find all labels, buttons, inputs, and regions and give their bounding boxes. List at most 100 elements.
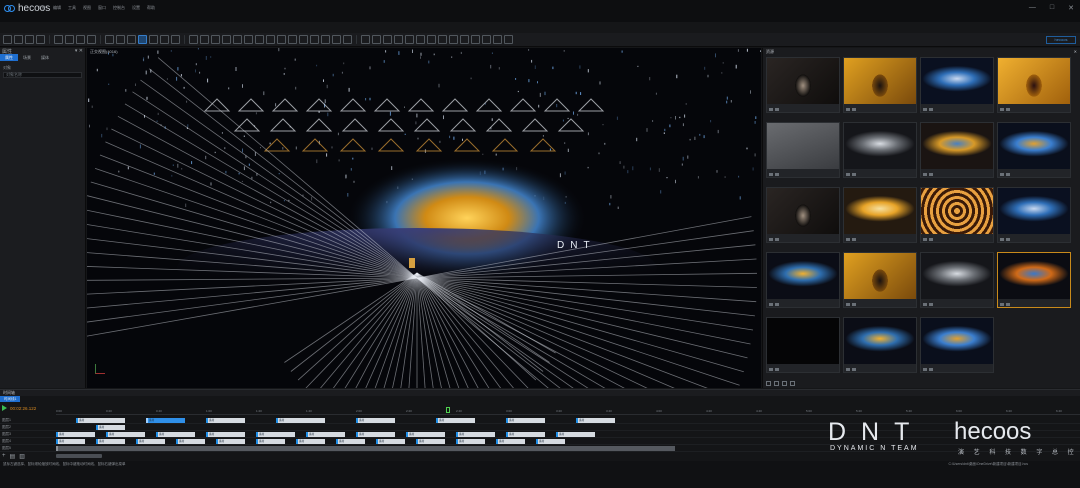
toolbar-tool-icon[interactable] [361,35,370,44]
toolbar-tool-icon[interactable] [36,35,45,44]
menu-item-3[interactable]: 视图 [83,5,91,11]
resource-thumbnail[interactable] [843,252,917,308]
toolbar-tool-icon[interactable] [372,35,381,44]
3d-viewport[interactable]: 正交视图(4016) DNT [87,48,761,388]
toolbar-tool-icon[interactable] [277,35,286,44]
toolbar-tool-icon[interactable] [321,35,330,44]
menu-item-6[interactable]: 设置 [132,5,140,11]
timeline-clip[interactable]: 素材 [56,439,85,444]
resource-thumbnail[interactable] [766,187,840,243]
toolbar-tool-icon[interactable] [482,35,491,44]
toolbar-tool-icon[interactable] [14,35,23,44]
timeline-clip[interactable]: 素材 [536,439,565,444]
toolbar-tool-icon[interactable] [449,35,458,44]
timeline-clip[interactable]: 素材 [96,439,125,444]
trash-icon[interactable]: ▥ [19,453,25,460]
toolbar-tool-icon[interactable] [76,35,85,44]
timeline-clip[interactable]: 素材 [296,439,325,444]
toolbar-tool-icon[interactable] [87,35,96,44]
resource-thumbnail[interactable] [766,57,840,113]
toolbar-tool-icon[interactable] [25,35,34,44]
tab-properties[interactable]: 属性 [0,54,18,61]
add-track-icon[interactable]: + [2,453,6,460]
timeline-clip[interactable]: 素材 [206,432,245,437]
timeline-clip[interactable]: 素材 [56,432,95,437]
timeline-clip[interactable]: 素材 [356,432,395,437]
timeline-clip[interactable]: 素材 [436,418,475,423]
timeline-clip[interactable]: 素材 [376,439,405,444]
toolbar-tool-icon[interactable] [288,35,297,44]
toolbar-tool-icon[interactable] [116,35,125,44]
timeline-clip[interactable]: 素材 [406,432,445,437]
timeline-clip[interactable]: 素材 [456,439,485,444]
toolbar-tool-icon[interactable] [200,35,209,44]
toolbar-tool-icon[interactable] [3,35,12,44]
timeline-clip[interactable]: 素材 [156,432,195,437]
toolbar-tool-icon[interactable] [211,35,220,44]
minimize-icon[interactable]: — [1029,4,1036,12]
timeline-clip[interactable]: 素材 [416,439,445,444]
toolbar-tool-icon[interactable] [233,35,242,44]
resource-thumbnail[interactable] [920,252,994,308]
timeline-clip[interactable]: 素材 [306,432,345,437]
toolbar-brand-button[interactable]: hecoos [1046,36,1076,44]
resource-thumbnail[interactable] [843,122,917,178]
toolbar-tool-icon[interactable] [149,35,158,44]
timeline-clip[interactable]: 素材 [256,439,285,444]
toolbar-tool-icon[interactable] [310,35,319,44]
resource-thumbnail[interactable] [997,187,1071,243]
toolbar-tool-icon[interactable] [160,35,169,44]
resource-thumbnail[interactable] [920,187,994,243]
resource-thumbnail[interactable] [766,252,840,308]
timeline-clip[interactable]: 素材 [256,432,295,437]
toolbar-tool-icon[interactable] [105,35,114,44]
toolbar-tool-icon[interactable] [127,35,136,44]
menu-item-5[interactable]: 控制台 [113,5,125,11]
timeline-clip[interactable]: 素材 [276,418,325,423]
toolbar-tool-icon[interactable] [427,35,436,44]
menu-item-2[interactable]: 工具 [68,5,76,11]
menu-item-0[interactable]: 文件 [38,5,46,11]
toolbar-tool-icon[interactable] [504,35,513,44]
toolbar-tool-icon[interactable] [189,35,198,44]
menu-item-7[interactable]: 帮助 [147,5,155,11]
toolbar-tool-icon[interactable] [343,35,352,44]
resource-thumbnail[interactable] [920,122,994,178]
timeline-clip[interactable]: 素材 [106,432,145,437]
toolbar-tool-icon[interactable] [332,35,341,44]
toolbar-tool-icon[interactable] [255,35,264,44]
toolbar-tool-icon[interactable] [471,35,480,44]
toolbar-tool-icon[interactable] [299,35,308,44]
timeline-clip[interactable] [56,446,675,451]
toolbar-tool-icon[interactable] [65,35,74,44]
pin-icon[interactable]: ▾ ✕ [75,48,83,54]
toolbar-tool-icon[interactable] [394,35,403,44]
time-ruler[interactable]: 0:00 0:20 0:40 1:00 1:20 1:40 2:00 2:20 2:40 3:00… [56,409,1080,415]
timeline-clip[interactable]: 素材 [506,432,545,437]
timeline-scrollbar[interactable] [56,454,102,458]
toolbar-tool-icon[interactable] [405,35,414,44]
timeline-clip[interactable]: 素材 [336,439,365,444]
toolbar-tool-icon[interactable] [460,35,469,44]
resource-thumbnail[interactable] [997,57,1071,113]
toolbar-tool-icon[interactable] [138,35,147,44]
resource-thumbnail[interactable] [843,317,917,373]
timeline-clip[interactable]: 素材 [76,418,125,423]
toolbar-tool-icon[interactable] [244,35,253,44]
close-icon[interactable]: ✕ [1068,4,1074,12]
resource-thumbnail[interactable] [920,57,994,113]
timeline-clip[interactable]: 素材 [456,432,495,437]
grid-view-icon[interactable] [774,381,779,386]
timeline-clip[interactable]: 素材 [206,418,245,423]
timeline-clip[interactable]: 素材 [356,418,395,423]
resource-thumbnail[interactable] [920,317,994,373]
timeline-clip[interactable]: 素材 [556,432,595,437]
resource-thumbnail[interactable] [766,317,840,373]
timeline-clip[interactable]: 素材 [496,439,525,444]
tab-scene[interactable]: 场景 [18,54,36,61]
tab-media[interactable]: 媒体 [36,54,54,61]
timeline-clip[interactable]: 素材 [506,418,545,423]
toolbar-tool-icon[interactable] [266,35,275,44]
timeline-clip[interactable]: 素材 [576,418,615,423]
maximize-icon[interactable]: □ [1050,4,1054,12]
